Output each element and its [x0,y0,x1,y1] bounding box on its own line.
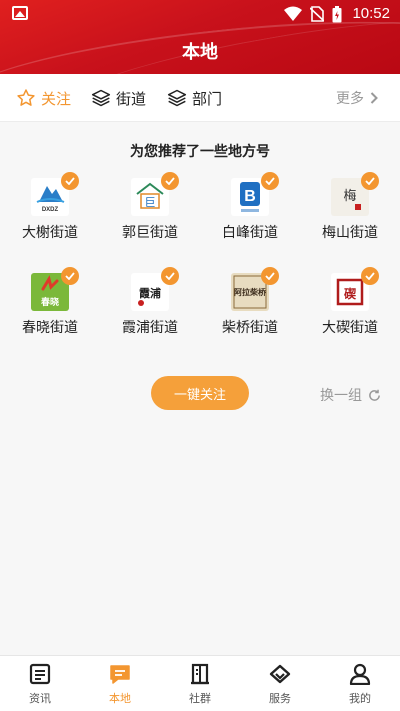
account-item[interactable]: DXDZ 大榭街道 [0,172,100,242]
account-name: 柴桥街道 [222,320,278,336]
nav-label: 社群 [189,692,211,705]
nav-label: 本地 [109,692,131,705]
logo-text: 霞浦 [139,286,161,300]
daqi-logo: 碶 [331,267,379,311]
logo-text: 巨 [145,196,156,209]
chaiqiao-logo: 阿拉柴桥 [231,267,279,311]
account-item[interactable]: 阿拉柴桥 柴桥街道 [200,267,300,337]
diamond-icon [269,664,291,684]
more-button[interactable]: 更多 [336,88,378,108]
user-icon [349,663,371,685]
xiapu-logo: 霞浦 [131,267,179,311]
account-item[interactable]: 梅 梅山街道 [300,172,400,242]
logo-text: DXDZ [42,207,59,213]
account-name: 大碶街道 [322,320,378,336]
account-name: 霞浦街道 [122,320,178,336]
tab-label: 关注 [41,89,72,108]
layers-icon [91,89,111,107]
tab-label: 部门 [192,89,223,108]
refresh-icon [369,389,380,401]
recommend-title: 为您推荐了一些地方号 [130,144,270,160]
nav-local[interactable]: 本地 [80,662,160,706]
account-name: 春晓街道 [22,320,78,336]
tab-department[interactable]: 部门 [167,86,222,110]
gallery-icon [12,6,28,20]
account-item[interactable]: 巨 郭巨街道 [100,172,200,242]
refresh-button[interactable]: 换一组 [320,385,381,405]
nav-service[interactable]: 服务 [240,662,320,706]
check-icon[interactable] [161,267,179,285]
baifeng-logo: B [231,172,279,216]
check-icon[interactable] [261,172,279,190]
check-icon[interactable] [261,267,279,285]
tab-bar: 关注 街道 部门 更多 [0,74,400,122]
daxie-logo: DXDZ [31,172,79,216]
layers-icon [167,89,187,107]
battery-icon [332,5,342,22]
logo-text: B [244,188,256,205]
nav-label: 我的 [349,692,371,705]
nav-label: 资讯 [29,692,51,705]
star-icon [17,89,35,106]
tab-follow[interactable]: 关注 [16,86,71,110]
follow-all-button[interactable]: 一键关注 [151,376,249,410]
logo-text: 梅 [343,189,356,204]
news-icon [29,663,51,685]
account-item[interactable]: 碶 大碶街道 [300,267,400,337]
account-name: 白峰街道 [222,225,278,241]
chevron-right-icon [370,92,378,104]
account-item[interactable]: 霞浦 霞浦街道 [100,267,200,337]
logo-text: 春晓 [40,296,59,308]
logo-text: 碶 [344,286,357,301]
logo-text: 阿拉柴桥 [234,287,267,297]
more-label: 更多 [336,91,364,107]
no-sim-icon [310,6,324,22]
bottom-nav: 资讯 本地 社群 服务 我的 [0,655,400,711]
chat-icon [110,665,130,684]
account-item[interactable]: B 白峰街道 [200,172,300,242]
check-icon[interactable] [361,172,379,190]
building-icon [191,663,209,685]
tab-label: 街道 [116,89,147,108]
account-item[interactable]: 春晓 春晓街道 [0,267,100,337]
app-header: 10:52 本地 [0,0,400,74]
wifi-icon [284,6,302,21]
status-bar: 10:52 [0,0,400,28]
check-icon[interactable] [61,267,79,285]
check-icon[interactable] [161,172,179,190]
status-time: 10:52 [352,5,390,22]
check-icon[interactable] [361,267,379,285]
nav-label: 服务 [269,692,291,705]
account-name: 大榭街道 [22,225,78,241]
nav-mine[interactable]: 我的 [320,662,400,706]
chunxiao-logo: 春晓 [31,267,79,311]
nav-community[interactable]: 社群 [160,662,240,706]
meishan-logo: 梅 [331,172,379,216]
guoju-logo: 巨 [131,172,179,216]
check-icon[interactable] [61,172,79,190]
refresh-label: 换一组 [320,388,362,404]
tab-street[interactable]: 街道 [91,86,146,110]
account-name: 梅山街道 [322,225,378,241]
account-name: 郭巨街道 [122,225,178,241]
nav-news[interactable]: 资讯 [0,662,80,706]
page-title: 本地 [182,42,218,63]
